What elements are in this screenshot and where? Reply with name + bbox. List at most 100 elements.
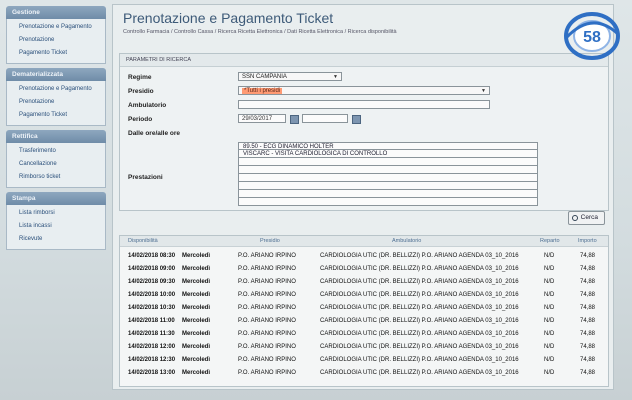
cell-ambulatorio: CARDIOLOGIA UTIC (DR. BELLIZZI) P.O. ARI… bbox=[320, 357, 519, 363]
sidebar-item-lista-incassi[interactable]: Lista incassi bbox=[7, 220, 105, 233]
cell-disponibilita: 14/02/2018 12:30 bbox=[128, 357, 176, 363]
column-header-disponibilita[interactable]: Disponibilità bbox=[128, 238, 158, 244]
cell-importo: 74,88 bbox=[580, 292, 596, 298]
prestazione-row[interactable] bbox=[238, 182, 538, 190]
chevron-down-icon: ▼ bbox=[333, 74, 338, 80]
regime-label: Regime bbox=[128, 74, 152, 81]
column-header-presidio[interactable]: Presidio bbox=[260, 238, 280, 244]
prestazione-row[interactable] bbox=[238, 174, 538, 182]
sidebar-section-title: Rettifica bbox=[6, 130, 106, 143]
table-row[interactable]: 14/02/2018 08:30 Mercoledì P.O. ARIANO IRP… bbox=[120, 250, 608, 262]
cell-disponibilita: 14/02/2018 08:30 bbox=[128, 253, 176, 259]
regime-select[interactable]: SSN CAMPANIA ▼ bbox=[238, 72, 342, 81]
prestazione-row[interactable]: VISCARC - VISITA CARDIOLOGICA DI CONTROL… bbox=[238, 150, 538, 158]
cell-presidio: P.O. ARIANO IRPINO bbox=[238, 344, 296, 350]
sidebar-section-body: Prenotazione e Pagamento Prenotazione Pa… bbox=[6, 19, 106, 64]
sidebar-item-pagamento-ticket[interactable]: Pagamento Ticket bbox=[7, 47, 105, 60]
cell-disponibilita: 14/02/2018 10:00 bbox=[128, 292, 176, 298]
table-row[interactable]: 14/02/2018 11:00 Mercoledì P.O. ARIANO IRP… bbox=[120, 315, 608, 327]
sidebar-item-trasferimento[interactable]: Trasferimento bbox=[7, 145, 105, 158]
cell-reparto: N/D bbox=[544, 266, 555, 272]
cell-giorno: Mercoledì bbox=[182, 357, 211, 363]
cell-ambulatorio: CARDIOLOGIA UTIC (DR. BELLIZZI) P.O. ARI… bbox=[320, 305, 519, 311]
cell-reparto: N/D bbox=[544, 370, 555, 376]
column-header-ambulatorio[interactable]: Ambulatorio bbox=[392, 238, 421, 244]
cell-disponibilita: 14/02/2018 12:00 bbox=[128, 344, 176, 350]
cell-giorno: Mercoledì bbox=[182, 370, 211, 376]
sidebar-section-title: Dematerializzata bbox=[6, 68, 106, 81]
cell-presidio: P.O. ARIANO IRPINO bbox=[238, 253, 296, 259]
sidebar-item-prenotazione-pagamento[interactable]: Prenotazione e Pagamento bbox=[7, 21, 105, 34]
sidebar-section-dematerializzata: Dematerializzata Prenotazione e Pagament… bbox=[6, 68, 106, 126]
periodo-to-input[interactable] bbox=[302, 114, 348, 123]
table-row[interactable]: 14/02/2018 13:00 Mercoledì P.O. ARIANO IRP… bbox=[120, 367, 608, 379]
table-row[interactable]: 14/02/2018 10:00 Mercoledì P.O. ARIANO IRP… bbox=[120, 289, 608, 301]
cell-reparto: N/D bbox=[544, 292, 555, 298]
cell-giorno: Mercoledì bbox=[182, 266, 211, 272]
table-row[interactable]: 14/02/2018 12:00 Mercoledì P.O. ARIANO IRP… bbox=[120, 341, 608, 353]
cell-ambulatorio: CARDIOLOGIA UTIC (DR. BELLIZZI) P.O. ARI… bbox=[320, 331, 519, 337]
cell-ambulatorio: CARDIOLOGIA UTIC (DR. BELLIZZI) P.O. ARI… bbox=[320, 253, 519, 259]
prestazioni-label: Prestazioni bbox=[128, 174, 163, 181]
sidebar-item-lista-rimborsi[interactable]: Lista rimborsi bbox=[7, 207, 105, 220]
screen: Gestione Prenotazione e Pagamento Prenot… bbox=[0, 0, 632, 400]
sidebar-item-dem-pagamento-ticket[interactable]: Pagamento Ticket bbox=[7, 109, 105, 122]
cell-importo: 74,88 bbox=[580, 370, 596, 376]
cell-presidio: P.O. ARIANO IRPINO bbox=[238, 318, 296, 324]
sidebar: Gestione Prenotazione e Pagamento Prenot… bbox=[6, 2, 106, 300]
prestazione-row[interactable]: 89.50 - ECG DINAMICO HOLTER bbox=[238, 142, 538, 150]
sidebar-item-prenotazione[interactable]: Prenotazione bbox=[7, 34, 105, 47]
prestazione-row[interactable] bbox=[238, 158, 538, 166]
sidebar-item-dem-prenotazione-pagamento[interactable]: Prenotazione e Pagamento bbox=[7, 83, 105, 96]
search-parameters-heading: PARAMETRI DI RICERCA bbox=[120, 54, 608, 67]
sidebar-section-body: Prenotazione e Pagamento Prenotazione Pa… bbox=[6, 81, 106, 126]
cell-giorno: Mercoledì bbox=[182, 344, 211, 350]
sidebar-item-ricevute[interactable]: Ricevute bbox=[7, 233, 105, 246]
presidio-select[interactable]: *Tutti i presidi ▼ bbox=[238, 86, 490, 95]
cell-giorno: Mercoledì bbox=[182, 331, 211, 337]
cell-importo: 74,88 bbox=[580, 253, 596, 259]
ambulatorio-label: Ambulatorio bbox=[128, 102, 167, 109]
sidebar-item-dem-prenotazione[interactable]: Prenotazione bbox=[7, 96, 105, 109]
periodo-from-input[interactable]: 29/03/2017 bbox=[238, 114, 286, 123]
cell-ambulatorio: CARDIOLOGIA UTIC (DR. BELLIZZI) P.O. ARI… bbox=[320, 318, 519, 324]
calendar-icon[interactable] bbox=[352, 115, 361, 124]
cell-presidio: P.O. ARIANO IRPINO bbox=[238, 292, 296, 298]
table-row[interactable]: 14/02/2018 09:30 Mercoledì P.O. ARIANO IRP… bbox=[120, 276, 608, 288]
cell-importo: 74,88 bbox=[580, 331, 596, 337]
channel-logo-icon: 58 bbox=[564, 12, 620, 60]
table-row[interactable]: 14/02/2018 11:30 Mercoledì P.O. ARIANO IRP… bbox=[120, 328, 608, 340]
sidebar-section-stampa: Stampa Lista rimborsi Lista incassi Rice… bbox=[6, 192, 106, 250]
breadcrumb[interactable]: Controllo Farmacia / Controllo Cassa / R… bbox=[123, 29, 397, 35]
column-header-importo[interactable]: Importo bbox=[578, 238, 597, 244]
cell-ambulatorio: CARDIOLOGIA UTIC (DR. BELLIZZI) P.O. ARI… bbox=[320, 292, 519, 298]
table-row[interactable]: 14/02/2018 09:00 Mercoledì P.O. ARIANO IRP… bbox=[120, 263, 608, 275]
calendar-icon[interactable] bbox=[290, 115, 299, 124]
prestazione-row[interactable] bbox=[238, 198, 538, 206]
column-header-reparto[interactable]: Reparto bbox=[540, 238, 560, 244]
search-parameters-panel: PARAMETRI DI RICERCA Regime SSN CAMPANIA… bbox=[119, 53, 609, 211]
prestazione-row[interactable] bbox=[238, 190, 538, 198]
table-row[interactable]: 14/02/2018 12:30 Mercoledì P.O. ARIANO IRP… bbox=[120, 354, 608, 366]
dalle-ore-label: Dalle ore/alle ore bbox=[128, 130, 181, 137]
sidebar-item-rimborso-ticket[interactable]: Rimborso ticket bbox=[7, 171, 105, 184]
prestazione-row[interactable] bbox=[238, 166, 538, 174]
cell-importo: 74,88 bbox=[580, 305, 596, 311]
cell-presidio: P.O. ARIANO IRPINO bbox=[238, 266, 296, 272]
chevron-down-icon: ▼ bbox=[481, 88, 486, 94]
cell-disponibilita: 14/02/2018 11:00 bbox=[128, 318, 175, 324]
table-header: Disponibilità Presidio Ambulatorio Repar… bbox=[120, 236, 608, 247]
cell-giorno: Mercoledì bbox=[182, 318, 211, 324]
table-row[interactable]: 14/02/2018 10:30 Mercoledì P.O. ARIANO IRP… bbox=[120, 302, 608, 314]
ambulatorio-input[interactable] bbox=[238, 100, 490, 109]
sidebar-section-body: Trasferimento Cancellazione Rimborso tic… bbox=[6, 143, 106, 188]
cell-presidio: P.O. ARIANO IRPINO bbox=[238, 370, 296, 376]
cell-ambulatorio: CARDIOLOGIA UTIC (DR. BELLIZZI) P.O. ARI… bbox=[320, 279, 519, 285]
cell-ambulatorio: CARDIOLOGIA UTIC (DR. BELLIZZI) P.O. ARI… bbox=[320, 344, 519, 350]
cell-importo: 74,88 bbox=[580, 266, 596, 272]
availability-table: Disponibilità Presidio Ambulatorio Repar… bbox=[119, 235, 609, 387]
cell-importo: 74,88 bbox=[580, 318, 596, 324]
search-button[interactable]: Cerca bbox=[567, 211, 605, 225]
sidebar-item-cancellazione[interactable]: Cancellazione bbox=[7, 158, 105, 171]
cell-reparto: N/D bbox=[544, 279, 555, 285]
